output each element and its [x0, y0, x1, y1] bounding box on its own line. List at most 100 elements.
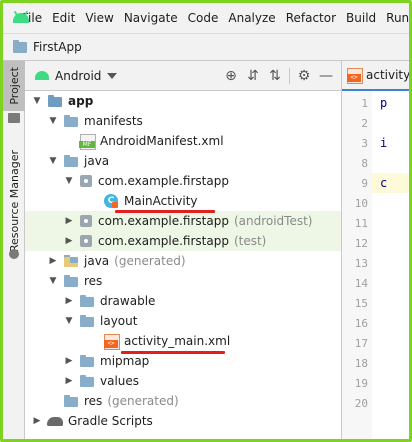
line-number: 15	[354, 297, 368, 310]
chevron-down-icon[interactable]: ▼	[63, 315, 75, 327]
tree-row-package-test[interactable]: ▶ com.example.firstapp (test)	[25, 231, 341, 251]
chevron-down-icon[interactable]: ▼	[47, 155, 59, 167]
tree-row-activity-main-xml[interactable]: activity_main.xml	[25, 331, 341, 351]
editor-pane: activity_ 1 2 3 8 9 10 11 12 13 14 15 16…	[341, 61, 410, 439]
tree-label: app	[68, 94, 94, 108]
line-number: 20	[354, 397, 368, 410]
line-number-gutter: 1 2 3 8 9 10 11 12 13 14 15 16 17 18 19 …	[342, 91, 372, 439]
tree-label: java	[84, 154, 110, 168]
chevron-right-icon[interactable]: ▶	[63, 295, 75, 307]
expand-all-icon[interactable]: ⇵	[242, 65, 264, 87]
tree-label: com.example.firstapp	[98, 234, 229, 248]
folder-icon	[79, 354, 95, 368]
tree-row-manifests[interactable]: ▼ manifests	[25, 111, 341, 131]
tree-row-gradle-scripts[interactable]: ▶ Gradle Scripts	[25, 411, 341, 431]
project-folder-icon	[13, 39, 27, 53]
tree-label: AndroidManifest.xml	[100, 134, 224, 148]
tree-label: res	[84, 394, 103, 408]
layout-xml-icon	[103, 334, 120, 350]
tree-row-res-generated[interactable]: res (generated)	[25, 391, 341, 411]
collapse-all-icon[interactable]: ⇅	[264, 65, 286, 87]
folder-icon	[63, 154, 79, 168]
chevron-right-icon[interactable]: ▶	[63, 375, 75, 387]
tree-label: mipmap	[100, 354, 150, 368]
line-number: 2	[361, 117, 368, 130]
annotation-underline-main-activity	[115, 210, 215, 213]
folder-icon	[79, 294, 95, 308]
chevron-right-icon[interactable]: ▶	[63, 355, 75, 367]
annotation-underline-activity-main-xml	[121, 351, 225, 354]
folder-icon	[79, 314, 95, 328]
menu-build[interactable]: Build	[341, 11, 381, 25]
chevron-down-icon[interactable]: ▼	[47, 115, 59, 127]
tree-label: Gradle Scripts	[68, 414, 153, 428]
tree-row-java-generated[interactable]: ▶ java (generated)	[25, 251, 341, 271]
left-tool-strip: Project Resource Manager	[3, 61, 25, 439]
tree-row-package-android-test[interactable]: ▶ com.example.firstapp (androidTest)	[25, 211, 341, 231]
folder-icon	[63, 274, 79, 288]
crosshair-icon[interactable]: ⊕	[220, 65, 242, 87]
package-icon	[79, 234, 93, 248]
code-fragment[interactable]: p	[380, 96, 387, 110]
tree-suffix: (androidTest)	[233, 214, 313, 228]
tree-label: com.example.firstapp	[98, 214, 229, 228]
code-fragment[interactable]: i	[380, 136, 387, 150]
menu-edit[interactable]: Edit	[47, 11, 80, 25]
android-icon	[35, 71, 49, 80]
tree-row-res[interactable]: ▼ res	[25, 271, 341, 291]
menu-analyze[interactable]: Analyze	[223, 11, 280, 25]
chevron-down-icon[interactable]: ▼	[63, 175, 75, 187]
package-icon	[79, 214, 93, 228]
chevron-down-icon[interactable]	[107, 72, 118, 79]
minimize-icon[interactable]: —	[315, 65, 337, 87]
tool-tab-resource-manager[interactable]: Resource Manager	[3, 141, 25, 261]
breadcrumb-project[interactable]: FirstApp	[33, 40, 82, 54]
manifest-file-icon	[79, 134, 96, 150]
menu-run[interactable]: Run	[381, 11, 409, 25]
tree-row-android-manifest[interactable]: AndroidManifest.xml	[25, 131, 341, 151]
line-number: 9	[361, 177, 368, 190]
project-view-select[interactable]: Android	[55, 69, 101, 83]
tree-row-drawable[interactable]: ▶ drawable	[25, 291, 341, 311]
app-window: File Edit View Navigate Code Analyze Ref…	[0, 0, 412, 442]
chevron-down-icon[interactable]: ▼	[31, 95, 43, 107]
chevron-right-icon[interactable]: ▶	[63, 235, 75, 247]
tool-tab-resource-manager-label: Resource Manager	[7, 149, 21, 253]
tree-row-mipmap[interactable]: ▶ mipmap	[25, 351, 341, 371]
tree-row-layout[interactable]: ▼ layout	[25, 311, 341, 331]
line-number: 16	[354, 317, 368, 330]
editor-tab-activity-main[interactable]: activity_	[342, 61, 410, 91]
chevron-down-icon[interactable]: ▼	[47, 275, 59, 287]
panel-toolbar: ⊕ ⇵ ⇅ ⚙ —	[220, 61, 337, 91]
menu-navigate[interactable]: Navigate	[119, 11, 183, 25]
gradle-icon	[47, 414, 63, 428]
chevron-right-icon[interactable]: ▶	[47, 255, 59, 267]
chevron-right-icon[interactable]: ▶	[31, 415, 43, 427]
menu-code[interactable]: Code	[183, 11, 224, 25]
menu-view[interactable]: View	[80, 11, 118, 25]
tree-suffix: (generated)	[107, 394, 179, 408]
tree-row-values[interactable]: ▶ values	[25, 371, 341, 391]
project-panel-header: Android ⊕ ⇵ ⇅ ⚙ —	[25, 61, 341, 91]
tree-label: com.example.firstapp	[98, 174, 229, 188]
gear-icon[interactable]: ⚙	[293, 65, 315, 87]
line-number: 17	[354, 337, 368, 350]
tree-row-java[interactable]: ▼ java	[25, 151, 341, 171]
line-number: 8	[361, 157, 368, 170]
line-number: 13	[354, 257, 368, 270]
editor-tab-label: activity_	[366, 68, 410, 82]
project-folder-icon	[8, 113, 20, 123]
tree-label: manifests	[84, 114, 143, 128]
menu-refactor[interactable]: Refactor	[281, 11, 341, 25]
tree-row-app[interactable]: ▼ app	[25, 91, 341, 111]
folder-icon	[63, 394, 79, 408]
code-fragment[interactable]: c	[380, 176, 387, 190]
chevron-right-icon[interactable]: ▶	[63, 215, 75, 227]
tree-label: MainActivity	[124, 194, 198, 208]
line-number: 3	[361, 137, 368, 150]
tool-tab-project[interactable]: Project	[3, 61, 25, 111]
line-number: 10	[354, 197, 368, 210]
tree-row-main-activity[interactable]: MainActivity	[25, 191, 341, 211]
toolbar-divider	[289, 68, 290, 84]
tree-row-package-main[interactable]: ▼ com.example.firstapp	[25, 171, 341, 191]
